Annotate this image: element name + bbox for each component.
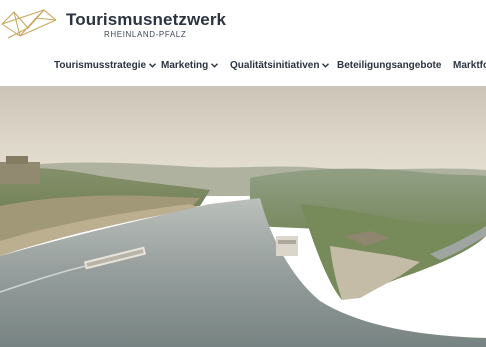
hero-image [0, 86, 486, 347]
brand-subtitle: RHEINLAND-PFALZ [104, 30, 187, 39]
nav-item-label: Beteiligungsangebote [337, 60, 442, 71]
nav-item-beteiligungsangebote[interactable]: Beteiligungsangebote [337, 60, 441, 71]
nav-item-tourismusstrategie[interactable]: Tourismusstrategie [54, 60, 157, 71]
nav-item-label: Tourismusstrategie [54, 60, 147, 71]
chevron-down-icon [149, 63, 157, 68]
main-navigation: Tourismusstrategie Marketing Qualitätsin… [0, 56, 486, 80]
chevron-down-icon [322, 63, 330, 68]
site-header: Tourismusnetzwerk RHEINLAND-PFALZ Touris… [0, 0, 486, 86]
network-logo-icon [1, 9, 57, 39]
nav-item-marktforschung[interactable]: Marktfo [453, 60, 486, 71]
nav-item-label: Marketing [161, 60, 209, 71]
nav-item-marketing[interactable]: Marketing [161, 60, 219, 71]
nav-item-label: Qualitätsinitiativen [230, 60, 320, 71]
brand-title: Tourismusnetzwerk [66, 10, 227, 29]
nav-item-label: Marktfo [453, 60, 486, 71]
aerial-river-landscape-image [0, 86, 486, 347]
nav-item-qualitaetsinitiativen[interactable]: Qualitätsinitiativen [230, 60, 330, 71]
chevron-down-icon [211, 63, 219, 68]
site-logo[interactable]: Tourismusnetzwerk RHEINLAND-PFALZ [0, 6, 230, 42]
